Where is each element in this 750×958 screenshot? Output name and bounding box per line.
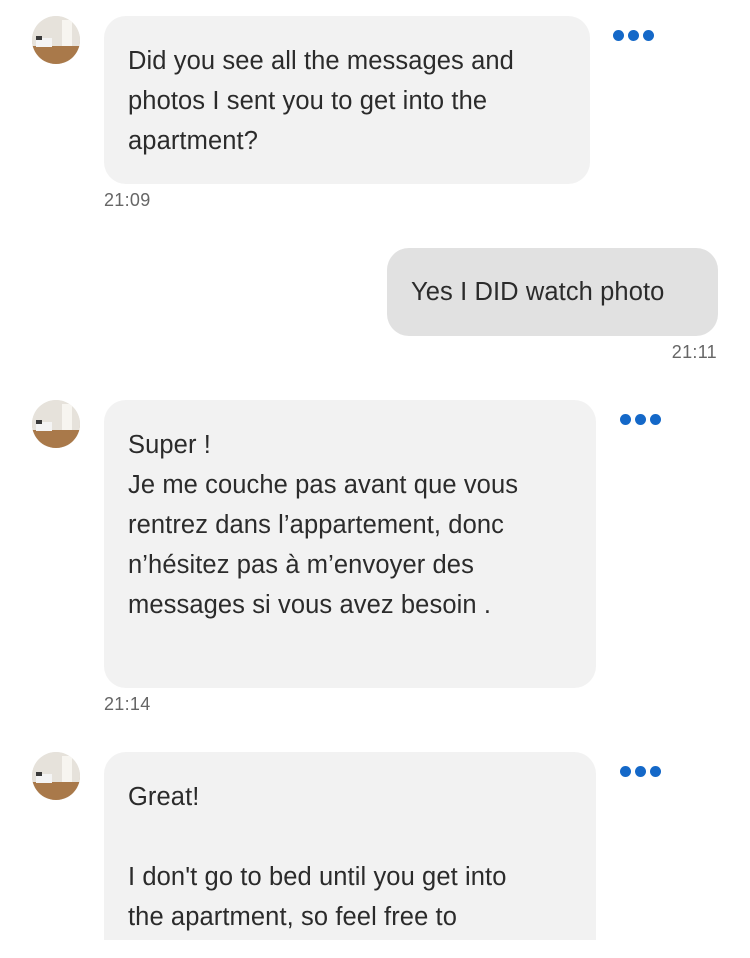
message-text: I don't go to bed until you get into: [128, 863, 507, 891]
more-options-icon[interactable]: [613, 30, 654, 41]
more-options-icon[interactable]: [620, 414, 661, 425]
message-text: apartment?: [128, 127, 258, 155]
chat-thread: Did you see all the messages and photos …: [0, 0, 750, 958]
message-timestamp: 21:09: [104, 190, 151, 210]
room-photo-icon: [32, 752, 80, 800]
message-text: n’hésitez pas à m’envoyer des: [128, 551, 474, 579]
message-timestamp: 21:11: [671, 342, 717, 362]
message-text: Great!: [128, 783, 200, 811]
message-text: the apartment, so feel free to: [128, 903, 458, 931]
message-text: rentrez dans l’appartement, donc: [128, 511, 505, 539]
message-text: Je me couche pas avant que vous: [128, 471, 519, 499]
message-text: messages si vous avez besoin .: [128, 591, 492, 619]
message-text: Did you see all the messages and: [128, 47, 514, 75]
sender-avatar[interactable]: [32, 752, 80, 800]
sender-avatar[interactable]: [32, 400, 80, 448]
message-bubble[interactable]: Did you see all the messages and photos …: [104, 16, 590, 184]
more-options-icon[interactable]: [620, 766, 661, 777]
room-photo-icon: [32, 400, 80, 448]
message-text: Super !: [128, 431, 211, 459]
room-photo-icon: [32, 16, 80, 64]
message-text: Yes I DID watch photo: [411, 278, 665, 306]
message-text: photos I sent you to get into the: [128, 87, 488, 115]
message-text: [128, 817, 572, 857]
message-bubble-outgoing[interactable]: Yes I DID watch photo: [387, 248, 718, 336]
message-timestamp: 21:14: [104, 694, 151, 714]
message-bubble[interactable]: Super ! Je me couche pas avant que vous …: [104, 400, 596, 688]
message-bubble[interactable]: Great! I don't go to bed until you get i…: [104, 752, 596, 940]
sender-avatar[interactable]: [32, 16, 80, 64]
